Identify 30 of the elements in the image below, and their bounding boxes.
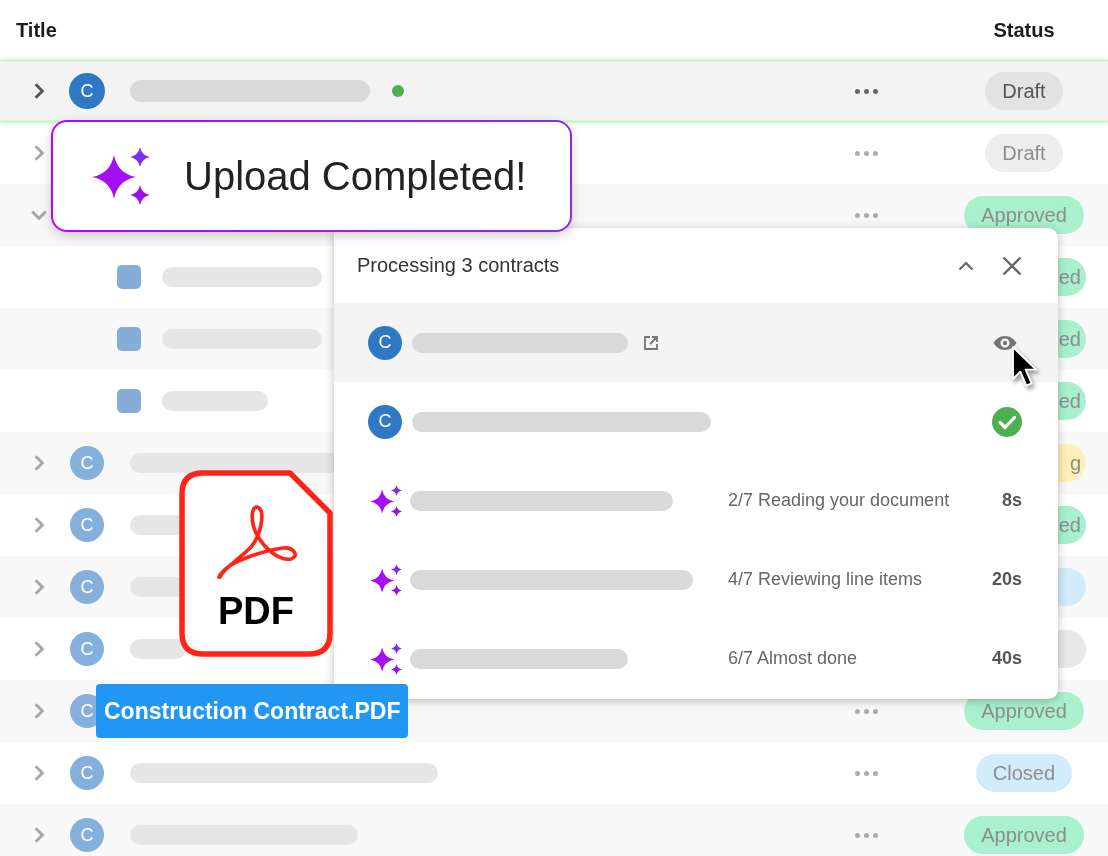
- time-estimate: 8s: [1000, 490, 1022, 511]
- step-text: 6/7 Almost done: [728, 648, 859, 669]
- avatar: C: [69, 73, 105, 109]
- avatar: C: [70, 818, 104, 852]
- avatar: C: [70, 446, 104, 480]
- file-type-label: PDF: [218, 589, 294, 633]
- step-text: 4/7 Reviewing line items: [728, 569, 924, 590]
- status-badge: g: [1058, 444, 1086, 482]
- time-estimate: 40s: [990, 648, 1022, 669]
- status-badge: Closed: [975, 754, 1073, 792]
- status-badge: Draft: [985, 134, 1063, 172]
- avatar: C: [368, 325, 402, 360]
- status-badge: ed: [1056, 382, 1086, 420]
- toast-message: Upload Completed!: [184, 153, 527, 199]
- status-badge: Approved: [964, 816, 1084, 854]
- column-header: Title: [15, 18, 58, 42]
- column-header: Status: [992, 18, 1056, 42]
- avatar: C: [70, 756, 104, 790]
- status-badge: Draft: [985, 72, 1063, 110]
- status-badge: ed: [1056, 258, 1086, 296]
- avatar: C: [70, 570, 104, 604]
- step-text: 2/7 Reading your document: [728, 490, 951, 511]
- time-estimate: 20s: [990, 569, 1022, 590]
- avatar: C: [70, 632, 104, 666]
- avatar: C: [70, 508, 104, 542]
- file-name-label: Construction Contract.PDF: [96, 684, 409, 738]
- status-badge: ed: [1056, 320, 1086, 358]
- avatar: C: [368, 404, 402, 439]
- dialog-title: Processing 3 contracts: [357, 254, 561, 277]
- status-badge: ed: [1056, 506, 1086, 544]
